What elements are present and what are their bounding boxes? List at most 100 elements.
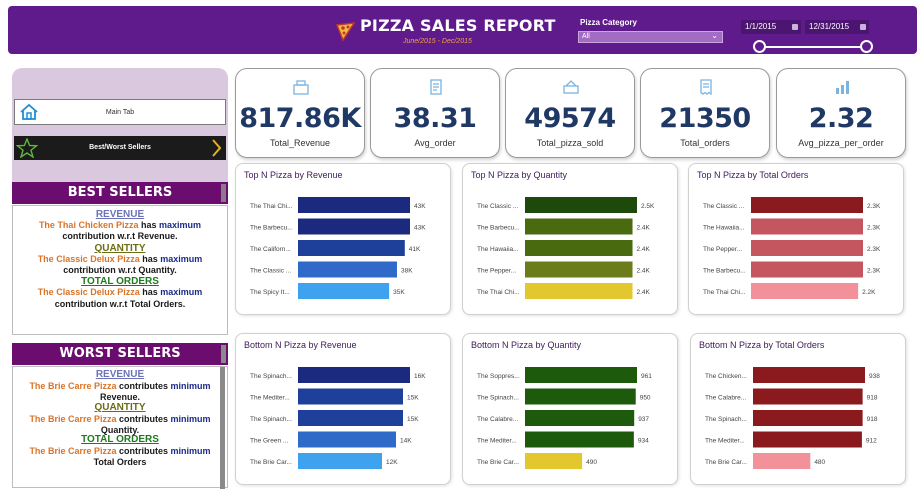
category-label: The Spinach... — [250, 416, 292, 423]
bar[interactable] — [525, 388, 636, 405]
main-tab-label: Main Tab — [105, 109, 135, 116]
star-icon — [16, 138, 38, 158]
best-sellers-title: BEST SELLERS — [12, 182, 228, 204]
kpi-card-avg-order: 38.31 Avg_order — [370, 68, 500, 158]
best-sellers-heading: BEST SELLERS — [67, 185, 173, 200]
data-label: 2.2K — [862, 289, 876, 296]
data-label: 12K — [386, 459, 398, 466]
date-slider-end-handle[interactable] — [860, 40, 873, 53]
kpi-label: Avg_pizza_per_order — [798, 138, 884, 148]
bar[interactable] — [298, 283, 390, 299]
bar[interactable] — [525, 453, 583, 469]
category-label: The Hawaiia... — [477, 246, 519, 253]
category-label: The Barbecu... — [477, 225, 520, 232]
bar[interactable] — [525, 410, 635, 426]
bar[interactable] — [751, 240, 863, 256]
category-label: The Thai Chi... — [477, 289, 520, 296]
bar[interactable] — [525, 367, 637, 383]
bar[interactable] — [525, 431, 634, 448]
category-label: The Calabre... — [705, 395, 746, 402]
worst-sellers-title: WORST SELLERS — [12, 343, 228, 365]
bar[interactable] — [525, 218, 633, 235]
scrollbar[interactable] — [220, 367, 225, 489]
date-slider-track[interactable] — [760, 46, 867, 48]
bar[interactable] — [525, 261, 633, 278]
category-label: The Calabre... — [477, 416, 518, 423]
bar[interactable] — [298, 431, 396, 448]
worst-sellers-body: REVENUE The Brie Carre Pizza contributes… — [12, 366, 228, 489]
start-date-value: 1/1/2015 — [745, 22, 777, 31]
chart-top-revenue: Top N Pizza by Revenue The Thai Chi... 43K… — [235, 163, 451, 315]
best-revenue-tail: contribution w.r.t Revenue. — [62, 231, 178, 242]
chevron-right-icon — [212, 139, 222, 157]
scroll-handle[interactable] — [221, 184, 226, 202]
bar[interactable] — [753, 367, 865, 383]
bar[interactable] — [298, 453, 382, 469]
kpi-card-total-pizza-sold: 49574 Total_pizza_sold — [505, 68, 635, 158]
bar[interactable] — [298, 197, 410, 213]
category-filter-label: Pizza Category — [580, 18, 637, 27]
kpi-label: Avg_order — [414, 138, 456, 148]
bar[interactable] — [751, 261, 863, 278]
category-label: The Spinach... — [250, 373, 292, 380]
kpi-value: 2.32 — [808, 103, 874, 134]
scroll-handle[interactable] — [221, 345, 226, 363]
bar[interactable] — [753, 388, 863, 405]
category-label: The Pepper... — [703, 246, 742, 253]
calendar-icon — [792, 24, 798, 30]
bar[interactable] — [298, 261, 397, 278]
data-label: 950 — [640, 395, 651, 402]
start-date-input[interactable]: 1/1/2015 — [741, 20, 801, 34]
bar[interactable] — [298, 367, 410, 383]
bar[interactable] — [753, 431, 862, 448]
data-label: 961 — [641, 373, 652, 380]
category-value: All — [582, 33, 590, 40]
chart-bottom-revenue: Bottom N Pizza by Revenue The Spinach... 1… — [235, 333, 451, 485]
bar[interactable] — [753, 410, 863, 426]
category-label: The Californ... — [250, 246, 291, 253]
category-dropdown[interactable]: All ⌄ — [578, 31, 723, 43]
category-label: The Brie Car... — [705, 459, 747, 466]
bar[interactable] — [751, 218, 863, 235]
chart-bottom-quantity: Bottom N Pizza by Quantity The Soppres...… — [462, 333, 678, 485]
bar[interactable] — [525, 197, 637, 213]
kpi-value: 38.31 — [393, 103, 477, 134]
worst-sellers-heading: WORST SELLERS — [59, 346, 181, 361]
data-label: 490 — [586, 459, 597, 466]
worst-orders-tail: Total Orders — [93, 457, 147, 468]
bar-chart-plot: The Spinach... 16K The Mediter... 15K The Sp… — [250, 367, 426, 469]
data-label: 2.4K — [637, 225, 651, 232]
bar-chart-icon — [836, 81, 849, 94]
bar[interactable] — [298, 410, 403, 426]
data-label: 934 — [638, 438, 649, 445]
bar[interactable] — [298, 240, 405, 256]
bar[interactable] — [751, 283, 859, 299]
best-quantity-text: The Classic Delux Pizza has maximum — [37, 253, 203, 264]
category-label: The Spinach... — [477, 395, 519, 402]
date-range-subtitle: June/2015 - Dec/2015 — [403, 38, 472, 45]
kpi-value: 21350 — [659, 103, 751, 134]
data-label: 2.3K — [867, 225, 881, 232]
kpi-card-avg-pizza-per-order: 2.32 Avg_pizza_per_order — [776, 68, 906, 158]
cash-register-icon — [293, 80, 309, 95]
bar[interactable] — [298, 218, 410, 235]
bar[interactable] — [753, 453, 811, 469]
data-label: 35K — [393, 289, 405, 296]
data-label: 16K — [414, 373, 426, 380]
data-label: 918 — [867, 416, 878, 423]
bar[interactable] — [751, 197, 863, 213]
best-worst-sellers-button[interactable]: Best/Worst Sellers — [14, 136, 226, 160]
best-quantity-tail: contribution w.r.t Quantity. — [63, 265, 177, 276]
header-bar: PIZZA SALES REPORT June/2015 - Dec/2015 … — [8, 6, 917, 54]
bar[interactable] — [525, 283, 633, 299]
data-label: 937 — [638, 416, 649, 423]
category-label: The Mediter... — [250, 395, 290, 402]
category-label: The Barbecu... — [250, 225, 293, 232]
data-label: 14K — [400, 438, 412, 445]
date-slider-start-handle[interactable] — [753, 40, 766, 53]
main-tab-button[interactable]: Main Tab — [14, 99, 226, 125]
bar[interactable] — [298, 388, 403, 405]
worst-revenue-heading: REVENUE — [95, 369, 145, 380]
end-date-input[interactable]: 12/31/2015 — [805, 20, 869, 34]
bar[interactable] — [525, 240, 633, 256]
